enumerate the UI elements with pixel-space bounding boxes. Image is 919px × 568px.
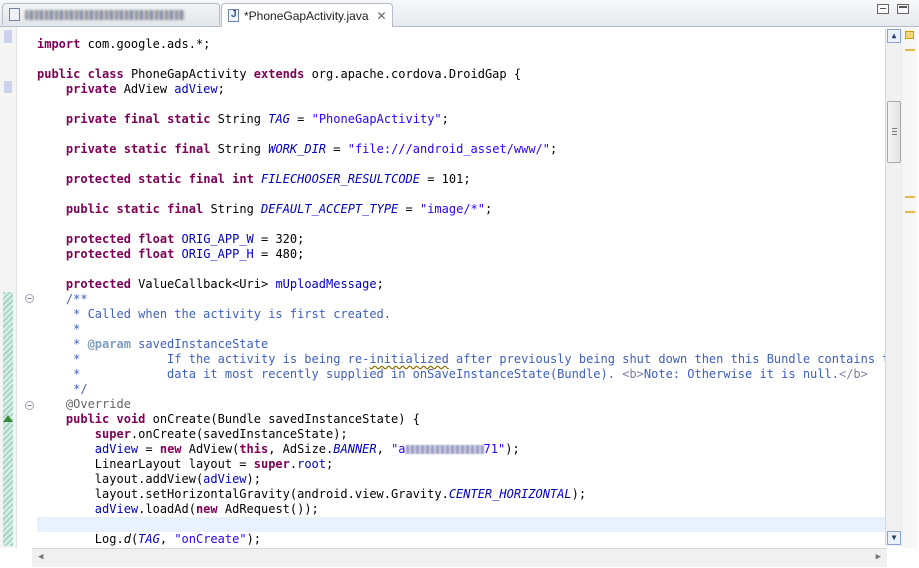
editor-tab-bar: *PhoneGapActivity.java ✕ [0, 0, 919, 27]
scroll-down-icon[interactable]: ▼ [887, 531, 901, 545]
change-marker [4, 30, 12, 43]
occurrence-marker[interactable] [905, 211, 915, 213]
tab-label: *PhoneGapActivity.java [244, 8, 369, 23]
tab-phonegapactivity[interactable]: *PhoneGapActivity.java ✕ [221, 3, 393, 27]
left-ruler [0, 27, 17, 548]
scroll-right-icon[interactable]: ▶ [876, 552, 881, 562]
fold-collapse-icon[interactable]: − [25, 401, 34, 410]
code-line: * Called when the activity is first crea… [37, 307, 392, 321]
code-line: public static final String DEFAULT_ACCEP… [65, 202, 493, 216]
code-line: Log.d(TAG, "onCreate"); [37, 532, 262, 546]
maximize-icon[interactable] [897, 4, 909, 14]
current-line[interactable] [37, 517, 885, 532]
code-line: import com.google.ads.*; [37, 37, 211, 51]
code-line: adView.loadAd(new AdRequest()); [94, 502, 319, 516]
code-line: layout.addView(adView); [37, 472, 261, 486]
tab-label-redacted [25, 9, 185, 20]
code-line: */ [37, 382, 88, 396]
tab-other-file[interactable] [2, 3, 220, 25]
close-icon[interactable]: ✕ [377, 9, 387, 23]
code-line: protected static final int FILECHOOSER_R… [65, 172, 471, 186]
fold-collapse-icon[interactable]: − [25, 294, 34, 303]
code-line: protected float ORIG_APP_H = 480; [65, 247, 305, 261]
override-triangle-icon[interactable] [3, 415, 13, 422]
redacted-ad-unit-id [405, 445, 484, 454]
scroll-up-icon[interactable]: ▲ [887, 29, 901, 43]
code-line: private final static String TAG = "Phone… [65, 112, 449, 126]
java-file-icon [228, 9, 239, 22]
minimize-icon[interactable] [877, 4, 889, 14]
code-line: layout.setHorizontalGravity(android.view… [37, 487, 587, 501]
code-line: protected float ORIG_APP_W = 320; [65, 232, 305, 246]
file-icon [9, 8, 20, 21]
code-line: private static final String WORK_DIR = "… [65, 142, 558, 156]
code-line: adView = new AdView(this, AdSize.BANNER,… [94, 442, 520, 456]
code-line: super.onCreate(savedInstanceState); [94, 427, 348, 441]
warning-marker-icon[interactable] [905, 31, 914, 39]
code-line: LinearLayout layout = super.root; [37, 457, 334, 471]
code-line: public void onCreate(Bundle savedInstanc… [65, 412, 420, 426]
code-line: private AdView adView; [65, 82, 225, 96]
code-line: * data it most recently supplied in onSa… [37, 367, 868, 381]
overview-ruler [903, 27, 917, 548]
horizontal-scrollbar[interactable]: ◀ ▶ [32, 548, 887, 567]
code-line: public class PhoneGapActivity extends or… [37, 67, 522, 81]
code-line: * If the activity is being re-initialize… [37, 352, 885, 366]
window-controls [877, 4, 909, 14]
scrollbar-thumb[interactable] [887, 101, 901, 163]
code-editor[interactable]: − − import com.google.ads.*; public clas… [0, 27, 919, 548]
code-text[interactable]: import com.google.ads.*; public class Ph… [37, 27, 885, 548]
code-line: * [37, 322, 81, 336]
code-line: protected ValueCallback<Uri> mUploadMess… [65, 277, 384, 291]
change-marker [4, 81, 12, 93]
occurrence-marker[interactable] [905, 196, 915, 198]
code-line: @Override [65, 397, 131, 411]
vertical-scrollbar[interactable]: ▲ ▼ [885, 29, 903, 546]
occurrence-marker[interactable] [905, 49, 915, 51]
code-line: /** [65, 292, 88, 306]
scroll-left-icon[interactable]: ◀ [38, 552, 43, 562]
code-line: * @param savedInstanceState [37, 337, 269, 351]
